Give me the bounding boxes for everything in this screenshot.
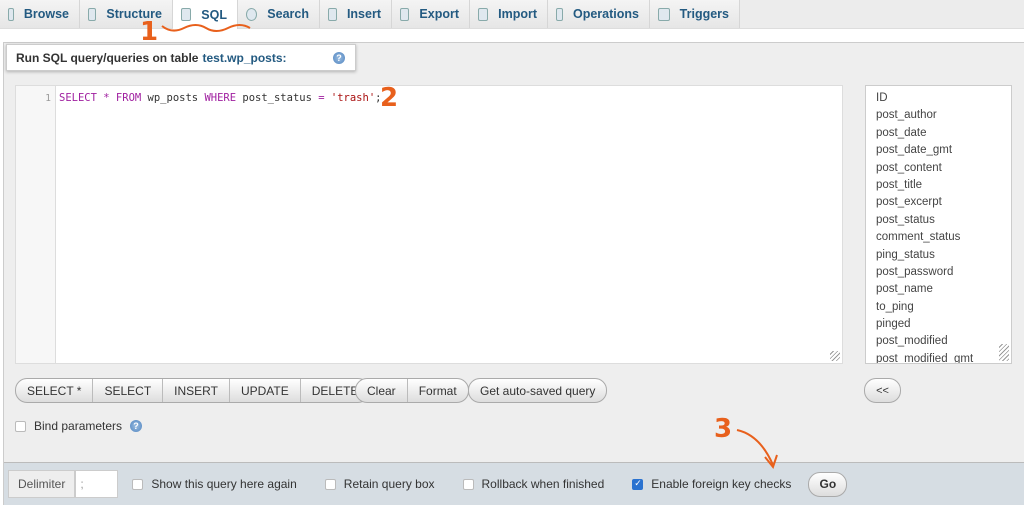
annotation-3: 3: [714, 414, 733, 444]
help-icon[interactable]: ?: [130, 420, 143, 432]
wrench-icon: [556, 7, 563, 21]
checkbox-checked[interactable]: [632, 478, 644, 490]
checkbox[interactable]: [132, 478, 144, 490]
search-icon: [246, 7, 258, 21]
column-item[interactable]: post_date: [876, 127, 1011, 144]
get-autosaved-query-button[interactable]: Get auto-saved query: [469, 379, 606, 402]
header-text: Run SQL query/queries on table: [16, 50, 199, 65]
annotation-arrow: [736, 429, 778, 470]
show-query-again-option[interactable]: Show this query here again: [132, 477, 297, 491]
annotation-1: 1: [140, 17, 159, 47]
column-item[interactable]: pinged: [876, 318, 1011, 335]
delimiter-label: Delimiter: [8, 470, 76, 498]
column-list[interactable]: ID post_author post_date post_date_gmt post_…: [865, 85, 1012, 364]
annotation-2: 2: [380, 83, 399, 113]
column-item[interactable]: ID: [876, 92, 1011, 109]
tab-label: Browse: [23, 7, 69, 21]
tab-import[interactable]: Import: [470, 0, 548, 28]
resize-handle[interactable]: [999, 343, 1009, 361]
update-button[interactable]: UPDATE: [230, 379, 301, 402]
tab-insert[interactable]: Insert: [320, 0, 392, 28]
tab-triggers[interactable]: Triggers: [650, 0, 740, 28]
triggers-icon: [658, 7, 670, 21]
line-number: 1: [16, 86, 56, 363]
foreign-key-checks-option[interactable]: Enable foreign key checks: [632, 477, 791, 491]
tab-label: Search: [267, 7, 309, 21]
clear-button[interactable]: Clear: [356, 379, 408, 402]
tab-label: Triggers: [679, 7, 729, 21]
column-item[interactable]: post_date_gmt: [876, 144, 1011, 161]
insert-column-button[interactable]: <<: [865, 379, 900, 402]
help-icon[interactable]: ?: [333, 51, 345, 64]
option-label: Show this query here again: [151, 477, 297, 491]
delimiter-input[interactable]: ;: [75, 470, 119, 498]
column-item[interactable]: post_content: [876, 162, 1011, 179]
structure-icon: [88, 7, 97, 21]
query-template-buttons: SELECT * SELECT INSERT UPDATE DELETE: [15, 378, 371, 403]
tab-label: Insert: [346, 7, 381, 21]
insert-button[interactable]: INSERT: [163, 379, 230, 402]
column-item[interactable]: comment_status: [876, 231, 1011, 248]
option-label: Enable foreign key checks: [651, 477, 792, 491]
browse-icon: [8, 7, 14, 21]
import-icon: [478, 7, 489, 21]
column-item[interactable]: post_author: [876, 109, 1011, 126]
retain-query-box-option[interactable]: Retain query box: [324, 477, 435, 491]
tab-label: Export: [419, 7, 459, 21]
column-item[interactable]: post_status: [876, 214, 1011, 231]
autosave-group: Get auto-saved query: [468, 378, 608, 403]
insert-icon: [328, 7, 337, 21]
option-label: Retain query box: [343, 477, 435, 491]
tab-label: Import: [498, 7, 537, 21]
option-label: Rollback when finished: [481, 477, 605, 491]
column-item[interactable]: ping_status: [876, 249, 1011, 266]
column-item[interactable]: post_excerpt: [876, 196, 1011, 213]
resize-handle[interactable]: [830, 351, 840, 361]
column-item[interactable]: post_title: [876, 179, 1011, 196]
tab-operations[interactable]: Operations: [548, 0, 650, 28]
select-all-button[interactable]: SELECT *: [16, 379, 94, 402]
query-text[interactable]: SELECT * FROM wp_posts WHERE post_status…: [59, 92, 381, 104]
tab-browse[interactable]: Browse: [0, 0, 80, 28]
column-item[interactable]: post_modified_gmt: [876, 353, 1011, 363]
bind-parameters[interactable]: Bind parameters ?: [15, 419, 143, 433]
insert-column-group: <<: [864, 378, 901, 403]
column-item[interactable]: post_password: [876, 266, 1011, 283]
edit-buttons: Clear Format: [355, 378, 469, 403]
go-button[interactable]: Go: [808, 471, 848, 497]
tab-label: Operations: [573, 7, 639, 21]
column-item[interactable]: post_name: [876, 283, 1011, 300]
format-button[interactable]: Format: [408, 379, 468, 402]
annotation-squiggle: [161, 24, 251, 32]
column-item[interactable]: post_modified: [876, 335, 1011, 352]
checkbox[interactable]: [324, 478, 336, 490]
column-item[interactable]: to_ping: [876, 301, 1011, 318]
query-options-bar: Delimiter ; Show this query here again R…: [4, 462, 1024, 505]
bind-parameters-checkbox[interactable]: [15, 420, 26, 432]
panel-header: Run SQL query/queries on table test.wp_p…: [6, 44, 356, 71]
table-link[interactable]: test.wp_posts:: [202, 51, 286, 65]
sql-editor[interactable]: 1 SELECT * FROM wp_posts WHERE post_stat…: [15, 85, 843, 364]
bind-parameters-label: Bind parameters: [34, 419, 123, 433]
rollback-option[interactable]: Rollback when finished: [462, 477, 605, 491]
export-icon: [400, 7, 410, 21]
select-button[interactable]: SELECT: [93, 379, 164, 402]
tab-export[interactable]: Export: [392, 0, 470, 28]
checkbox[interactable]: [462, 478, 474, 490]
